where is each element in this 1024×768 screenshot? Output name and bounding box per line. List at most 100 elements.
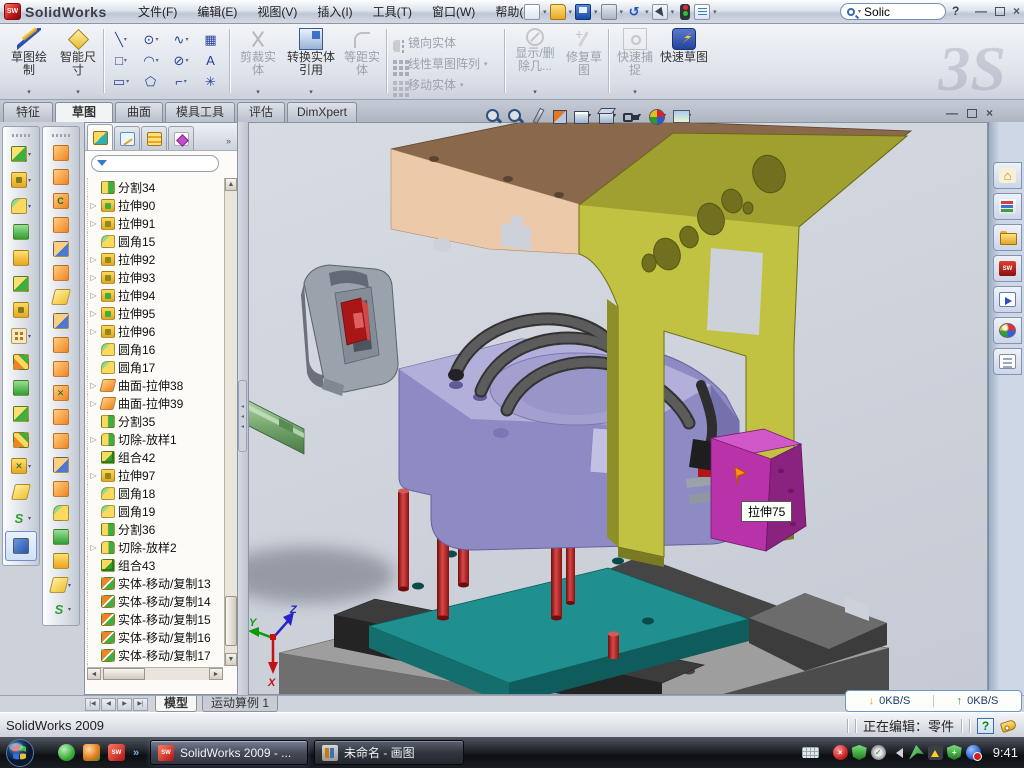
quick-snaps-button[interactable]: 快速捕捉 ▾ <box>613 27 657 96</box>
hide-show-items-icon[interactable]: ▾ <box>621 106 641 126</box>
trim-surface-icon[interactable] <box>43 453 79 477</box>
quick-launch-solidworks-icon[interactable]: SW <box>108 744 125 761</box>
delete-body-icon[interactable]: ✕ ▾ <box>3 453 39 479</box>
tree-item[interactable]: ▷ 切除-放样1 <box>87 430 223 448</box>
rebuild-icon[interactable] <box>680 4 690 20</box>
options-icon[interactable] <box>694 4 710 20</box>
thicken-icon[interactable] <box>43 525 79 549</box>
solidworks-resources-tab[interactable]: ⌂ <box>993 162 1022 189</box>
tray-network-warning-icon[interactable] <box>928 745 943 760</box>
tray-defender-icon[interactable]: + <box>947 745 962 760</box>
expander-icon[interactable]: ▷ <box>89 255 98 264</box>
close-button[interactable]: × <box>1013 4 1020 18</box>
tree-item[interactable]: 圆角17 <box>87 358 223 376</box>
circle-tool-icon[interactable]: ⊙ ▾ <box>136 29 166 50</box>
extruded-surface-icon[interactable] <box>43 141 79 165</box>
open-flyout-arrow[interactable]: ▾ <box>567 8 575 16</box>
tree-item[interactable]: ▷ 拉伸96 <box>87 322 223 340</box>
zoom-to-fit-icon[interactable] <box>483 106 500 126</box>
sketch-button[interactable]: 草图绘制 ▾ <box>6 27 52 96</box>
tree-item[interactable]: ▷ 拉伸92 <box>87 250 223 268</box>
expander-icon[interactable]: ▷ <box>89 435 98 444</box>
tray-security-shield-icon[interactable] <box>852 745 867 760</box>
panel-splitter[interactable]: ◂◂◂ <box>238 122 248 695</box>
measure-tool-icon[interactable] <box>5 531 37 561</box>
tree-item[interactable]: ▷ 拉伸93 <box>87 268 223 286</box>
menu-item[interactable]: 视图(V) <box>247 0 307 24</box>
expander-icon[interactable]: ▷ <box>89 327 98 336</box>
offset-entities-button[interactable]: 等距实体 <box>340 27 384 96</box>
text-tool-icon[interactable]: A <box>196 50 226 71</box>
save-flyout-arrow[interactable]: ▾ <box>592 8 600 16</box>
tree-item[interactable]: 实体-移动/复制15 <box>87 610 223 628</box>
tree-horizontal-scrollbar[interactable]: ◄ ► <box>87 667 223 680</box>
extruded-cut-icon[interactable]: ▾ <box>3 167 39 193</box>
filled-surface-icon[interactable] <box>43 261 79 285</box>
dimxpertmanager-tab[interactable] <box>168 126 194 150</box>
tag-icon[interactable] <box>1000 718 1017 732</box>
ellipse-tool-icon[interactable]: ⊘ ▾ <box>166 50 196 71</box>
tree-item[interactable]: 分割36 <box>87 520 223 538</box>
start-button[interactable] <box>5 738 35 768</box>
tree-item[interactable]: 实体-移动/复制13 <box>87 574 223 592</box>
solidworks-content-tab[interactable]: SW <box>993 255 1022 282</box>
slot-tool-icon[interactable]: ▭ ▾ <box>106 71 136 92</box>
menu-item[interactable]: 窗口(W) <box>422 0 485 24</box>
repair-sketch-button[interactable]: 修复草图 <box>562 27 606 96</box>
tree-item[interactable]: ▷ 切除-放样2 <box>87 538 223 556</box>
mirror-entities-button[interactable]: 镜向实体 <box>390 32 502 53</box>
radiate-surface-icon[interactable] <box>43 333 79 357</box>
fillet-surface-icon[interactable] <box>43 501 79 525</box>
doc-minimize-button[interactable]: — <box>946 106 958 120</box>
planar-surface-icon[interactable] <box>43 285 79 309</box>
edit-appearance-icon[interactable]: ▾ <box>646 106 666 126</box>
convert-flyout-arrow[interactable]: ▾ <box>309 88 313 96</box>
expander-icon[interactable]: ▷ <box>89 543 98 552</box>
view-settings-icon[interactable] <box>527 106 544 126</box>
network-speed-widget[interactable]: ↓0KB/S ↑0KB/S <box>845 690 1022 712</box>
motion-study-tab[interactable]: 运动算例 1 <box>202 696 278 712</box>
scroll-left-button[interactable]: ◄ <box>87 668 101 680</box>
select-flyout-arrow[interactable]: ▾ <box>669 8 677 16</box>
tree-item[interactable]: ▷ 拉伸95 <box>87 304 223 322</box>
command-tab[interactable]: 曲面 <box>115 102 163 122</box>
tray-antivirus-icon[interactable]: × <box>833 745 848 760</box>
point-tool-icon[interactable]: ✳ <box>196 71 226 92</box>
tool-flyout-arrow[interactable]: ▾ <box>185 36 188 43</box>
undo-flyout-arrow[interactable]: ▾ <box>643 8 651 16</box>
tree-item[interactable]: 分割35 <box>87 412 223 430</box>
new-flyout-arrow[interactable]: ▾ <box>541 8 549 16</box>
expander-icon[interactable]: ▷ <box>89 309 98 318</box>
doc-restore-button[interactable] <box>967 109 977 118</box>
polygon-tool-icon[interactable]: ⬠ <box>136 71 166 92</box>
save-icon[interactable] <box>575 4 591 20</box>
reference-plane-icon[interactable] <box>3 479 39 505</box>
minimize-button[interactable]: — <box>975 4 987 18</box>
trim-entities-button[interactable]: 剪裁实体 ▾ <box>234 27 282 96</box>
expander-icon[interactable]: ▷ <box>89 219 98 228</box>
tab-next-button[interactable]: ▶ <box>117 698 132 711</box>
print-flyout-arrow[interactable]: ▾ <box>618 8 626 16</box>
tree-item[interactable]: 圆角19 <box>87 502 223 520</box>
model-canvas[interactable]: Y Z X <box>249 123 988 695</box>
convert-entities-button[interactable]: 转换实体引用 ▾ <box>285 27 337 96</box>
menu-item[interactable]: 编辑(E) <box>187 0 247 24</box>
tray-sync-icon[interactable] <box>966 745 981 760</box>
zoom-to-area-icon[interactable] <box>505 106 522 126</box>
linear-pattern-icon[interactable]: ▾ <box>3 323 39 349</box>
taskbar-clock[interactable]: 9:41 <box>993 745 1018 760</box>
taskbar-button-solidworks[interactable]: SW SolidWorks 2009 - ... <box>150 740 308 765</box>
quick-launch-messenger-icon[interactable] <box>58 744 75 761</box>
delete-face-icon[interactable]: ✕ <box>43 381 79 405</box>
tree-item[interactable]: 圆角18 <box>87 484 223 502</box>
quick-launch-overflow-chevron[interactable]: » <box>133 747 139 759</box>
tree-item[interactable]: ▷ 拉伸90 <box>87 196 223 214</box>
curves-icon[interactable]: S ▾ <box>43 597 79 621</box>
tool-flyout-arrow[interactable]: ▾ <box>155 36 158 43</box>
knit-surface-icon[interactable] <box>43 357 79 381</box>
core-insert-block[interactable] <box>301 265 398 396</box>
tree-item[interactable]: ▷ 拉伸91 <box>87 214 223 232</box>
graphics-area[interactable]: Y Z X 拉伸75 <box>248 122 988 695</box>
tool-flyout-arrow[interactable]: ▾ <box>185 57 188 64</box>
panel-overflow-chevron[interactable]: » <box>226 136 235 150</box>
